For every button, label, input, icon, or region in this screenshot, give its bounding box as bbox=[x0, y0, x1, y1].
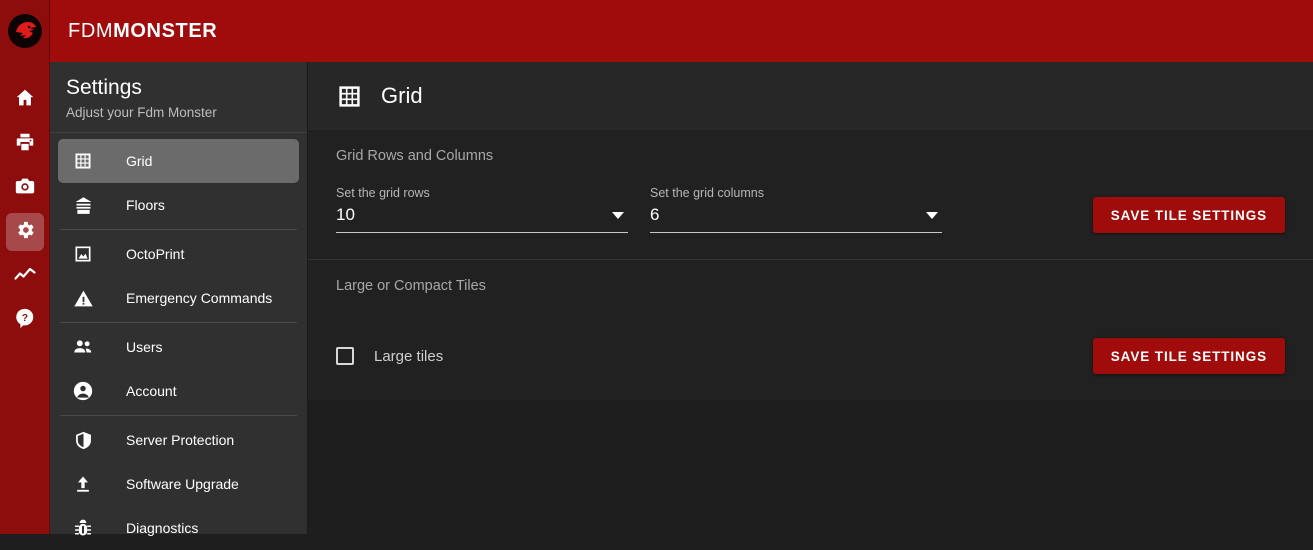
rail-item-home[interactable] bbox=[0, 78, 50, 122]
chevron-down-icon[interactable] bbox=[926, 211, 938, 219]
upload-icon bbox=[68, 474, 98, 494]
grid-columns-value: 6 bbox=[650, 205, 660, 224]
image-icon bbox=[68, 244, 98, 264]
account-circle-icon bbox=[68, 380, 98, 402]
grid-columns-label: Set the grid columns bbox=[650, 186, 764, 200]
shield-icon bbox=[68, 430, 98, 451]
line-chart-icon bbox=[13, 262, 37, 291]
sidebar-divider-1 bbox=[60, 229, 297, 231]
large-tiles-checkbox[interactable] bbox=[336, 347, 354, 365]
settings-nav: Grid Floors OctoPrint Emergency Commands bbox=[50, 133, 307, 550]
sidebar-item-grid[interactable]: Grid bbox=[58, 139, 299, 184]
large-tiles-row: Large tiles SAVE TILE SETTINGS bbox=[324, 338, 1285, 374]
app-header: FDMMONSTER bbox=[0, 0, 1313, 62]
gear-icon bbox=[14, 219, 36, 246]
sidebar-item-users[interactable]: Users bbox=[58, 325, 299, 369]
save-tile-settings-button-grid[interactable]: SAVE TILE SETTINGS bbox=[1092, 197, 1285, 233]
sidebar-item-label: Software Upgrade bbox=[126, 476, 239, 493]
sidebar-item-account[interactable]: Account bbox=[58, 369, 299, 413]
floors-icon bbox=[68, 195, 98, 216]
sidebar-item-floors[interactable]: Floors bbox=[58, 183, 299, 227]
sidebar-item-emergency-commands[interactable]: Emergency Commands bbox=[58, 276, 299, 320]
sidebar-item-label: Account bbox=[126, 383, 177, 400]
large-tiles-label: Large tiles bbox=[374, 347, 444, 365]
grid-columns-select[interactable]: 6 bbox=[650, 205, 942, 233]
warning-triangle-icon bbox=[68, 288, 98, 309]
grid-icon bbox=[336, 83, 363, 110]
grid-icon bbox=[68, 151, 98, 171]
fdm-monster-dragon-logo bbox=[7, 14, 42, 48]
rail-item-statistics[interactable] bbox=[0, 254, 50, 298]
brand-bold: MONSTER bbox=[113, 19, 218, 42]
grid-rows-label: Set the grid rows bbox=[336, 186, 430, 200]
sidebar-item-label: Floors bbox=[126, 197, 165, 214]
sidebar-item-label: Grid bbox=[126, 153, 153, 170]
home-icon bbox=[14, 87, 36, 114]
sidebar-divider-3 bbox=[60, 415, 297, 417]
rail-item-cameras[interactable] bbox=[0, 166, 50, 210]
help-icon: ? bbox=[14, 307, 36, 334]
bug-icon bbox=[68, 518, 98, 538]
rail-item-printers[interactable] bbox=[0, 122, 50, 166]
brand-light: FDM bbox=[68, 19, 114, 42]
section-label-grid-rows-columns: Grid Rows and Columns bbox=[336, 148, 494, 164]
sidebar-item-server-protection[interactable]: Server Protection bbox=[58, 418, 299, 462]
logo-cell[interactable] bbox=[0, 0, 50, 62]
grid-settings-row: Set the grid rows 10 Set the grid column… bbox=[324, 186, 1285, 233]
sidebar-header: Settings Adjust your Fdm Monster bbox=[50, 62, 307, 132]
left-nav-rail: ? bbox=[0, 62, 50, 534]
users-icon bbox=[68, 336, 98, 358]
sidebar-item-software-upgrade[interactable]: Software Upgrade bbox=[58, 462, 299, 506]
grid-rows-select[interactable]: 10 bbox=[336, 205, 628, 233]
content-header: Grid bbox=[308, 62, 1313, 130]
svg-text:?: ? bbox=[22, 313, 28, 324]
page-subtitle: Adjust your Fdm Monster bbox=[66, 105, 217, 121]
sidebar-item-label: Server Protection bbox=[126, 432, 235, 449]
sidebar-item-label: Users bbox=[126, 339, 163, 356]
grid-columns-field[interactable]: Set the grid columns 6 bbox=[650, 186, 942, 233]
grid-rows-columns-section: Grid Rows and Columns Set the grid rows … bbox=[308, 130, 1313, 259]
brand-title: FDMMONSTER bbox=[68, 20, 217, 43]
save-tile-settings-button-tiles[interactable]: SAVE TILE SETTINGS bbox=[1092, 338, 1285, 374]
content-title: Grid bbox=[381, 83, 423, 108]
printer-icon bbox=[14, 131, 36, 158]
chevron-down-icon[interactable] bbox=[612, 211, 624, 219]
large-compact-tiles-section: Large or Compact Tiles Large tiles SAVE … bbox=[308, 260, 1313, 400]
sidebar-item-diagnostics[interactable]: Diagnostics bbox=[58, 506, 299, 550]
rail-item-settings[interactable] bbox=[0, 210, 50, 254]
rail-item-help[interactable]: ? bbox=[0, 298, 50, 342]
sidebar-item-label: OctoPrint bbox=[126, 246, 185, 263]
page-title: Settings bbox=[66, 76, 142, 99]
camera-icon bbox=[14, 175, 36, 202]
sidebar-divider-2 bbox=[60, 322, 297, 324]
settings-sidebar: Settings Adjust your Fdm Monster Grid Fl… bbox=[50, 62, 308, 536]
sidebar-item-octoprint[interactable]: OctoPrint bbox=[58, 232, 299, 276]
section-label-large-compact-tiles: Large or Compact Tiles bbox=[336, 278, 486, 294]
sidebar-item-label: Emergency Commands bbox=[126, 290, 273, 307]
grid-rows-value: 10 bbox=[336, 205, 355, 224]
content-area: Grid Grid Rows and Columns Set the grid … bbox=[308, 62, 1313, 534]
grid-rows-field[interactable]: Set the grid rows 10 bbox=[336, 186, 628, 233]
